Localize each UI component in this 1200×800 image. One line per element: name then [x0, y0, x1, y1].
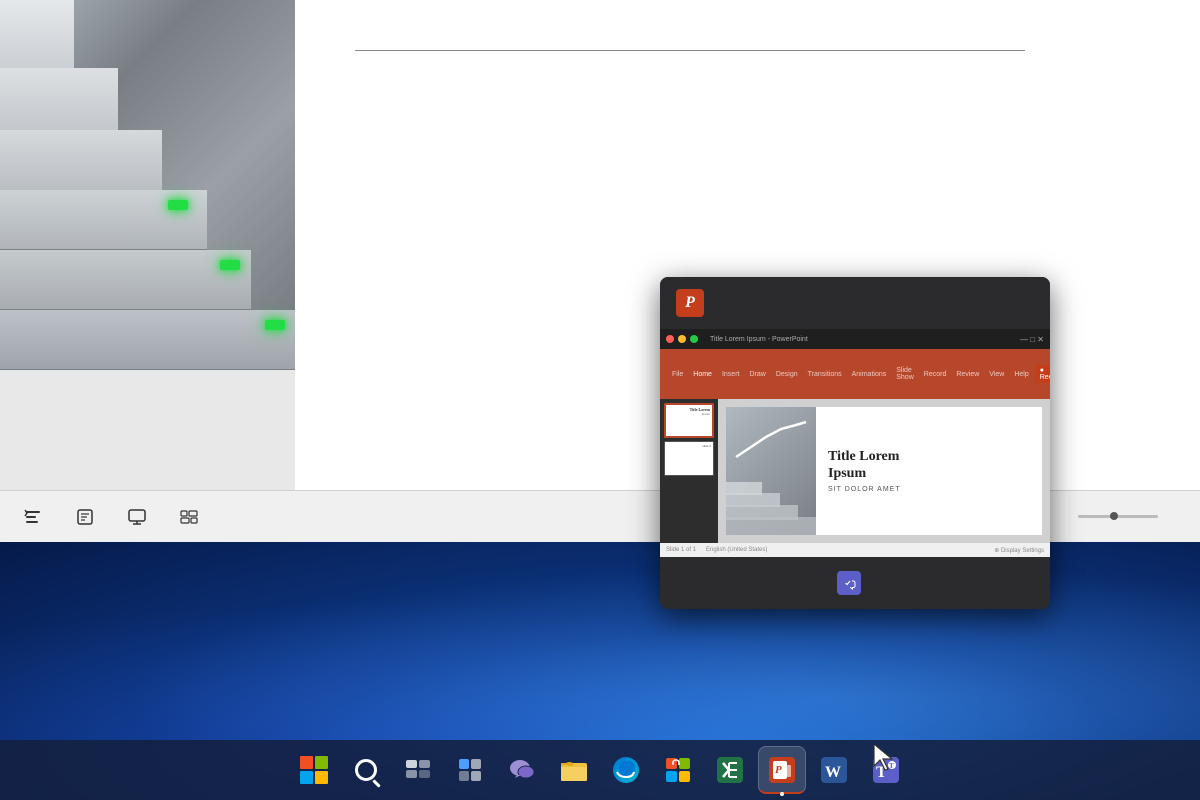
svg-text:W: W	[825, 764, 841, 781]
store-icon	[663, 755, 693, 785]
svg-text:T: T	[876, 764, 887, 781]
chat-icon	[507, 755, 537, 785]
mini-ribbon: File Home Insert Draw Design Transitions…	[660, 349, 1050, 399]
edge-button[interactable]	[602, 746, 650, 794]
mini-minimize-dot	[678, 335, 686, 343]
general-button[interactable]	[10, 504, 62, 530]
powerpoint-icon: P	[767, 755, 797, 785]
search-button[interactable]	[342, 746, 390, 794]
task-view-button[interactable]	[394, 746, 442, 794]
mini-ribbon-help: Help	[1010, 369, 1032, 380]
stair-light-2	[220, 260, 240, 270]
mini-ribbon-view: View	[985, 369, 1008, 380]
mini-ribbon-design: Design	[772, 369, 802, 380]
notes-button[interactable]	[62, 504, 114, 530]
mini-ppt-ui: Title Lorem Ipsum - PowerPoint — □ ✕ Fil…	[660, 329, 1050, 557]
display-settings-icon	[128, 508, 146, 526]
svg-text:P: P	[775, 764, 782, 776]
start-button[interactable]	[290, 746, 338, 794]
mini-status-bar: Slide 1 of 1 English (United States) ⊕ D…	[660, 543, 1050, 557]
edge-icon	[611, 755, 641, 785]
zoom-slider[interactable]	[1078, 515, 1158, 518]
teams-icon: T T	[871, 755, 901, 785]
mini-ribbon-file: File	[668, 369, 687, 380]
word-button[interactable]: W	[810, 746, 858, 794]
general-icon	[24, 508, 42, 526]
windows-logo-icon	[300, 756, 328, 784]
file-explorer-icon	[559, 755, 589, 785]
mini-slide-thumb-2: slide 2	[664, 441, 714, 476]
widgets-button[interactable]	[446, 746, 494, 794]
ppt-thumbnail-popup: P Title Lorem Ipsum - PowerPoint — □ ✕ F…	[660, 277, 1050, 609]
teams-share-icon	[837, 571, 861, 595]
search-icon	[355, 759, 377, 781]
display-settings-button[interactable]	[114, 504, 166, 530]
mini-ribbon-insert: Insert	[718, 369, 744, 380]
notes-icon	[76, 508, 94, 526]
mini-ribbon-animations: Animations	[848, 369, 891, 380]
slide-background-image	[0, 0, 295, 370]
svg-text:T: T	[889, 762, 894, 770]
mini-slide-content: Title LoremIpsum SIT DOLOR AMET	[816, 441, 1042, 502]
mini-window-title: Title Lorem Ipsum - PowerPoint	[710, 336, 808, 343]
stair-light-3	[265, 320, 285, 330]
excel-button[interactable]	[706, 746, 754, 794]
mini-ribbon-home: Home	[689, 369, 716, 380]
share-window-bar[interactable]	[660, 557, 1050, 609]
teams-button[interactable]: T T	[862, 746, 910, 794]
view-options-button[interactable]	[166, 504, 212, 530]
mini-title-bar: Title Lorem Ipsum - PowerPoint — □ ✕	[660, 329, 1050, 349]
mini-maximize-dot	[690, 335, 698, 343]
mini-slide-thumb-1: Title Lorem Ipsum	[664, 403, 714, 438]
powerpoint-badge-icon: P	[676, 289, 704, 317]
mini-main-slide: Title LoremIpsum SIT DOLOR AMET	[726, 407, 1042, 535]
slide-divider	[355, 50, 1025, 51]
zoom-controls	[1056, 511, 1190, 522]
chat-button[interactable]	[498, 746, 546, 794]
mini-status-language: English (United States)	[706, 547, 767, 553]
mini-ribbon-slideshow: Slide Show	[892, 365, 918, 383]
mini-status-slide: Slide 1 of 1	[666, 547, 696, 553]
excel-icon	[715, 755, 745, 785]
powerpoint-button[interactable]: P	[758, 746, 806, 794]
widgets-icon	[456, 756, 484, 784]
mini-slide-title: Title LoremIpsum	[828, 449, 1030, 483]
mini-status-zoom: ⊕ Display Settings	[994, 547, 1044, 554]
mini-ribbon-review: Review	[952, 369, 983, 380]
word-icon: W	[819, 755, 849, 785]
mini-record-button: ● Record	[1035, 365, 1050, 383]
mini-body: Title Lorem Ipsum slide 2	[660, 399, 1050, 543]
zoom-bar	[1056, 511, 1190, 522]
ppt-preview-thumbnail[interactable]: Title Lorem Ipsum - PowerPoint — □ ✕ Fil…	[660, 329, 1050, 557]
mini-ribbon-transitions: Transitions	[804, 369, 846, 380]
stair-light-1	[168, 200, 188, 210]
mini-ribbon-record: Record	[920, 369, 951, 380]
mini-slide-panel: Title Lorem Ipsum slide 2	[660, 399, 718, 543]
file-explorer-button[interactable]	[550, 746, 598, 794]
store-button[interactable]	[654, 746, 702, 794]
ppt-popup-header: P	[660, 277, 1050, 329]
mini-slide-subtitle: SIT DOLOR AMET	[828, 486, 1030, 493]
mini-ribbon-draw: Draw	[745, 369, 769, 380]
task-view-icon	[404, 756, 432, 784]
mini-window-controls: — □ ✕	[1020, 335, 1044, 344]
mini-close-dot	[666, 335, 674, 343]
taskbar: P W T T	[0, 740, 1200, 800]
view-options-icon	[180, 508, 198, 526]
